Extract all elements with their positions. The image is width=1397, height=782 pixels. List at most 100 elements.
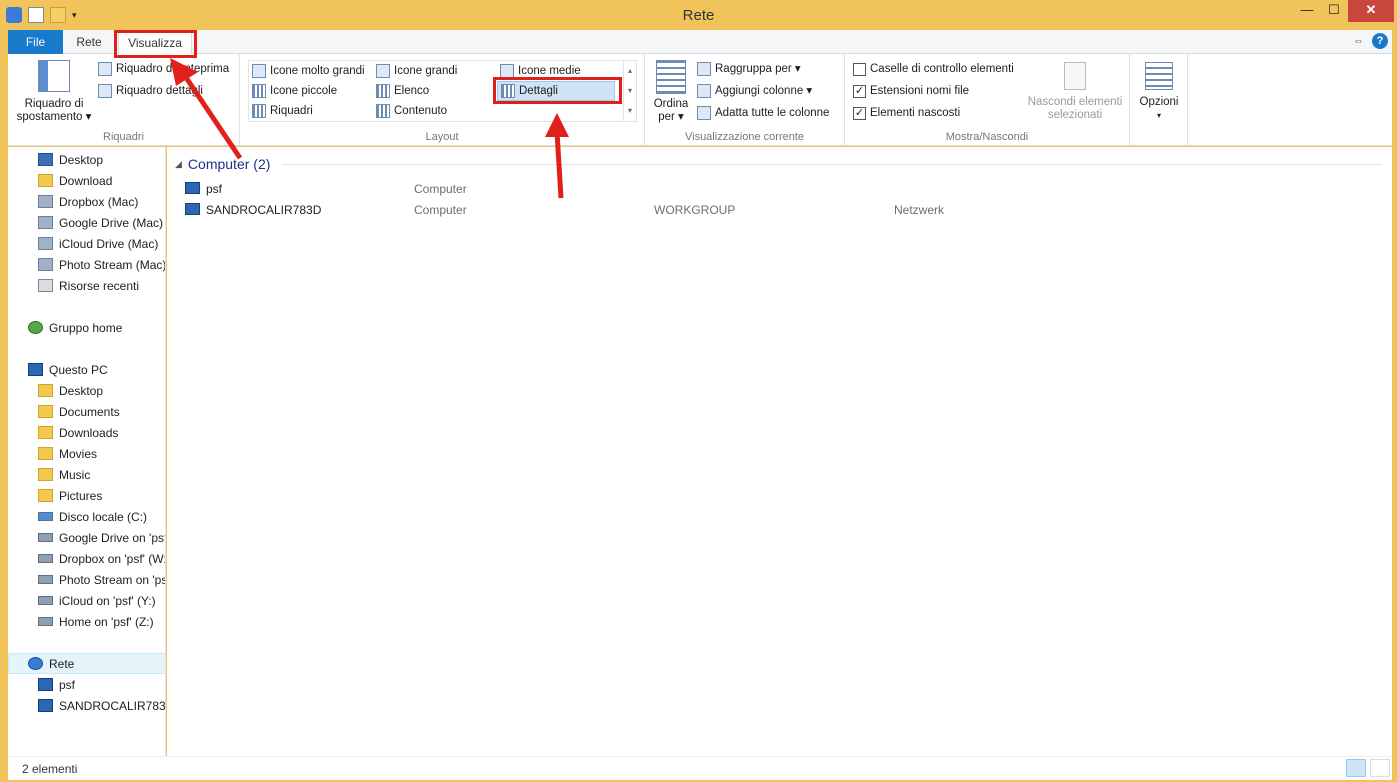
nav-item-sandrocalir783d[interactable]: SANDROCALIR783D (8, 695, 165, 716)
nav-item-desktop[interactable]: Desktop (8, 149, 165, 170)
layout-item-label: Icone molto grandi (270, 65, 365, 77)
group-label-riquadri: Riquadri (103, 131, 144, 143)
nav-item-pictures[interactable]: Pictures (8, 485, 165, 506)
large-icons-view-button[interactable] (1370, 759, 1390, 777)
group-mostra-nascondi: Caselle di controllo elementi ✓ Estensio… (845, 54, 1130, 146)
add-columns-icon (697, 84, 711, 98)
file-extensions-toggle[interactable]: ✓ Estensioni nomi file (853, 81, 969, 101)
folder-icon (38, 384, 53, 397)
nav-item-label: Dropbox (Mac) (59, 194, 139, 209)
nav-item-label: Downloads (59, 425, 119, 440)
navigation-pane: Desktop Download Dropbox (Mac) Google Dr… (8, 147, 166, 756)
sort-by-icon (656, 60, 686, 94)
navigation-pane-button[interactable]: Riquadro di spostamento ▾ (12, 60, 96, 124)
nav-item-download[interactable]: Download (8, 170, 165, 191)
hidden-items-checkbox[interactable]: ✓ (853, 106, 866, 120)
nav-item-dropbox-mac[interactable]: Dropbox (Mac) (8, 191, 165, 212)
status-bar: 2 elementi (8, 756, 1392, 780)
minimize-button[interactable]: — (1295, 0, 1319, 22)
group-header-computer[interactable]: ◢ Computer (2) (175, 155, 1382, 173)
preview-pane-button[interactable]: Riquadro di anteprima (98, 59, 229, 79)
table-row[interactable]: psf Computer (185, 179, 1085, 199)
nav-item-music[interactable]: Music (8, 464, 165, 485)
size-columns-icon (697, 106, 711, 120)
content-icon (376, 104, 390, 118)
options-label-2: ▾ (1156, 111, 1161, 120)
hidden-items-toggle[interactable]: ✓ Elementi nascosti (853, 103, 960, 123)
nav-item-local-disk[interactable]: Disco locale (C:) (8, 506, 165, 527)
annotation-box-dettagli (493, 77, 622, 104)
tab-file[interactable]: File (8, 30, 63, 54)
nav-item-rete[interactable]: Rete (8, 653, 165, 674)
pin-ribbon-icon[interactable]: ⇔ (1353, 35, 1364, 47)
close-button[interactable]: ✕ (1348, 0, 1394, 22)
row-workgroup: WORKGROUP (654, 203, 736, 217)
options-button[interactable]: Opzioni ▾ (1134, 62, 1184, 122)
details-pane-button[interactable]: Riquadro dettagli (98, 81, 203, 101)
hide-selected-label-1: Nascondi elementi (1027, 96, 1123, 108)
nav-item-label: Music (59, 467, 91, 482)
layout-list[interactable]: Elenco (376, 81, 429, 101)
nav-item-google-drive-mac[interactable]: Google Drive (Mac) (8, 212, 165, 233)
nav-item-documents[interactable]: Documents (8, 401, 165, 422)
layout-gallery-scroll[interactable]: ▴ ▾ ▾ (623, 61, 636, 121)
tab-rete[interactable]: Rete (70, 30, 108, 54)
group-visualizzazione-corrente: Ordina per ▾ Raggruppa per ▾ Aggiungi co… (645, 54, 845, 146)
medium-icons-icon (500, 64, 514, 78)
small-icons-icon (252, 84, 266, 98)
network-drive-icon (38, 554, 53, 563)
item-checkboxes-checkbox[interactable] (853, 62, 866, 76)
layout-item-label: Contenuto (394, 105, 448, 117)
nav-item-label: iCloud Drive (Mac) (59, 236, 159, 251)
preview-pane-icon (98, 62, 112, 76)
file-extensions-checkbox[interactable]: ✓ (853, 84, 866, 98)
local-disk-icon (38, 512, 53, 521)
nav-item-home-psf[interactable]: Home on 'psf' (Z:) (8, 611, 165, 632)
nav-item-label: psf (59, 677, 76, 692)
add-columns-button[interactable]: Aggiungi colonne ▾ (697, 81, 812, 101)
collapse-icon[interactable]: ◢ (175, 159, 182, 170)
nav-item-icloud-drive-mac[interactable]: iCloud Drive (Mac) (8, 233, 165, 254)
item-checkboxes-toggle[interactable]: Caselle di controllo elementi (853, 59, 1014, 79)
nav-item-label: Documents (59, 404, 120, 419)
layout-small-icons[interactable]: Icone piccole (252, 81, 337, 101)
row-location: Netzwerk (894, 203, 945, 217)
size-columns-button[interactable]: Adatta tutte le colonne (697, 103, 829, 123)
file-list: ◢ Computer (2) psf Computer SANDROCALIR7… (167, 147, 1392, 756)
help-icon[interactable]: ? (1372, 33, 1388, 49)
maximize-button[interactable]: ☐ (1322, 0, 1346, 22)
nav-item-photo-stream-psf[interactable]: Photo Stream on 'ps (8, 569, 166, 590)
nav-item-label: Photo Stream on 'ps (59, 572, 166, 587)
group-header-divider (282, 163, 1382, 165)
layout-tiles[interactable]: Riquadri (252, 101, 313, 121)
table-row[interactable]: SANDROCALIR783D Computer WORKGROUP Netzw… (185, 200, 1085, 220)
layout-extra-large-icons[interactable]: Icone molto grandi (252, 61, 365, 81)
nav-item-this-pc[interactable]: Questo PC (8, 359, 165, 380)
hide-selected-button[interactable]: Nascondi elementi selezionati (1023, 62, 1127, 122)
nav-item-dropbox-psf[interactable]: Dropbox on 'psf' (W: (8, 548, 165, 569)
title-bar: ▾ Rete — ☐ ✕ (0, 0, 1397, 30)
nav-item-movies[interactable]: Movies (8, 443, 165, 464)
preview-pane-label: Riquadro di anteprima (116, 63, 230, 75)
nav-item-photo-stream-mac[interactable]: Photo Stream (Mac) (8, 254, 165, 275)
nav-item-downloads[interactable]: Downloads (8, 422, 165, 443)
nav-item-label: Desktop (59, 152, 104, 167)
layout-large-icons[interactable]: Icone grandi (376, 61, 457, 81)
details-pane-icon (98, 84, 112, 98)
photo-stream-icon (38, 258, 53, 271)
group-label-layout: Layout (425, 131, 459, 143)
nav-item-icloud-psf[interactable]: iCloud on 'psf' (Y:) (8, 590, 165, 611)
group-label-visualizzazione: Visualizzazione corrente (684, 131, 805, 143)
nav-item-recent[interactable]: Risorse recenti (8, 275, 165, 296)
dropbox-icon (38, 195, 53, 208)
nav-item-homegroup[interactable]: Gruppo home (8, 317, 165, 338)
layout-content[interactable]: Contenuto (376, 101, 447, 121)
nav-item-psf[interactable]: psf (8, 674, 165, 695)
nav-item-google-drive-psf[interactable]: Google Drive on 'psf' (8, 527, 165, 548)
sort-by-button[interactable]: Ordina per ▾ (651, 60, 691, 124)
details-view-button[interactable] (1346, 759, 1366, 777)
hidden-items-label: Elementi nascosti (870, 107, 961, 119)
recent-places-icon (38, 279, 53, 292)
nav-item-pc-desktop[interactable]: Desktop (8, 380, 165, 401)
group-by-button[interactable]: Raggruppa per ▾ (697, 59, 801, 79)
